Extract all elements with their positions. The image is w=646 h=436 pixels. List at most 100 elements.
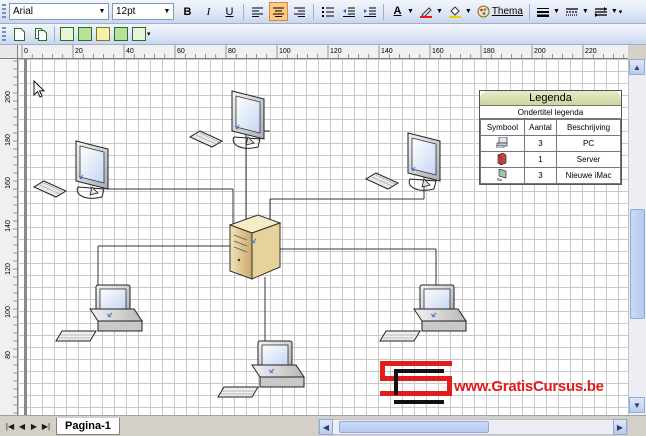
copy-page-button[interactable] (31, 25, 50, 44)
chevron-down-icon[interactable]: ▼ (161, 4, 173, 19)
legend-box[interactable]: Legenda Ondertitel legenda Symbool Aanta… (479, 90, 622, 185)
align-left-icon (252, 7, 263, 17)
pc-left[interactable] (55, 284, 143, 342)
ruler-label: 120 (330, 48, 342, 55)
bring-forward-button[interactable] (78, 27, 92, 41)
align-shapes-button[interactable] (132, 27, 146, 41)
imac-icon (495, 168, 507, 181)
increase-indent-icon (363, 7, 376, 17)
ruler-label: 140 (381, 48, 393, 55)
toolbar-grip[interactable] (2, 4, 6, 19)
ruler-label: 140 (5, 220, 12, 232)
align-center-button[interactable] (269, 2, 288, 21)
imac-left[interactable] (33, 140, 109, 199)
prev-page-button[interactable]: ◀ (16, 419, 28, 433)
bold-button[interactable]: B (178, 2, 197, 21)
ruler-label: 80 (5, 351, 12, 359)
ruler-label: 160 (432, 48, 444, 55)
bullets-button[interactable] (318, 2, 337, 21)
legend-description: PC (556, 135, 621, 152)
scroll-up-button[interactable]: ▲ (629, 59, 645, 75)
distribute-button[interactable] (114, 27, 128, 41)
font-color-letter: A (393, 5, 402, 17)
imac-top[interactable] (189, 90, 265, 149)
ruler-corner (0, 45, 18, 59)
group-button[interactable] (96, 27, 110, 41)
drawing-canvas[interactable]: www.GratisCursus.be Legenda Ondertitel l… (18, 59, 628, 415)
chevron-down-icon[interactable]: ▼ (611, 8, 618, 15)
separator (243, 3, 244, 20)
scroll-right-button[interactable]: ▶ (613, 419, 627, 435)
pencil-icon (420, 6, 433, 18)
copy-page-icon (34, 27, 47, 41)
pc-bottom[interactable] (217, 340, 305, 398)
chevron-down-icon[interactable]: ▼ (407, 8, 414, 15)
legend-count: 1 (523, 151, 558, 168)
chevron-down-icon[interactable]: ▼ (553, 8, 560, 15)
horizontal-scroll-thumb[interactable] (339, 421, 489, 433)
pc-right[interactable] (379, 284, 467, 342)
separator (313, 3, 314, 20)
legend-row: 3 PC (480, 135, 621, 152)
theme-button[interactable]: Thema (477, 5, 523, 18)
ruler-label: 60 (177, 48, 185, 55)
server[interactable] (228, 214, 282, 280)
imac-right[interactable] (365, 132, 441, 191)
last-page-button[interactable]: ▶| (40, 419, 52, 433)
chevron-down-icon[interactable]: ▼ (96, 4, 108, 19)
chevron-down-icon[interactable]: ▼ (465, 8, 472, 15)
increase-indent-button[interactable] (360, 2, 379, 21)
fill-color-button[interactable] (446, 2, 465, 21)
decrease-indent-button[interactable] (339, 2, 358, 21)
next-page-button[interactable]: ▶ (28, 419, 40, 433)
mouse-pointer-icon (33, 79, 46, 98)
ruler-label: 220 (585, 48, 597, 55)
italic-button[interactable]: I (199, 2, 218, 21)
scroll-down-button[interactable]: ▼ (629, 397, 645, 413)
line-ends-button[interactable] (592, 2, 611, 21)
watermark-logo (380, 361, 452, 404)
chevron-down-icon[interactable]: ▼ (582, 8, 589, 15)
font-color-button[interactable]: A (388, 2, 407, 21)
toolbar-options-icon[interactable]: ▾ (619, 8, 623, 16)
bullet-list-icon (321, 6, 334, 17)
chevron-down-icon[interactable]: ▼ (436, 8, 443, 15)
line-pattern-icon (566, 7, 579, 16)
send-backward-button[interactable] (60, 27, 74, 41)
separator (54, 26, 55, 42)
shape-toolbar: ▾ (0, 24, 646, 45)
horizontal-scrollbar[interactable]: ◀ ▶ (318, 419, 628, 435)
toolbar-options-icon[interactable]: ▾ (147, 30, 151, 38)
legend-title: Legenda (480, 91, 621, 106)
align-left-button[interactable] (248, 2, 267, 21)
font-name-select[interactable]: Arial ▼ (9, 3, 109, 20)
line-color-button[interactable] (417, 2, 436, 21)
font-size-select[interactable]: 12pt ▼ (112, 3, 174, 20)
align-right-button[interactable] (290, 2, 309, 21)
line-weight-button[interactable] (534, 2, 553, 21)
line-pattern-button[interactable] (563, 2, 582, 21)
vertical-scrollbar[interactable]: ▲ ▼ (628, 59, 646, 415)
font-name-value: Arial (13, 6, 34, 17)
new-page-button[interactable] (10, 25, 29, 44)
legend-description: Server (556, 151, 621, 168)
pc-icon (496, 136, 508, 149)
theme-label: Thema (491, 6, 523, 17)
legend-table: Symbool Aantal Beschrijving 3 PC 1 Serve… (480, 119, 621, 184)
legend-symbol (480, 151, 525, 168)
paint-bucket-icon (449, 5, 462, 18)
line-ends-icon (595, 6, 608, 17)
align-center-icon (273, 7, 284, 17)
toolbar-grip[interactable] (2, 26, 6, 42)
decrease-indent-icon (342, 7, 355, 17)
page-icon (14, 27, 25, 41)
scroll-left-button[interactable]: ◀ (319, 419, 333, 435)
legend-subtitle: Ondertitel legenda (480, 106, 621, 119)
first-page-button[interactable]: |◀ (4, 419, 16, 433)
tab-pagina-1[interactable]: Pagina-1 (56, 417, 120, 435)
formatting-toolbar: Arial ▼ 12pt ▼ B I U A ▼ ▼ ▼ Thema ▼ ▼ ▼… (0, 0, 646, 24)
ruler-label: 40 (126, 48, 134, 55)
vertical-scroll-thumb[interactable] (630, 209, 645, 319)
legend-row: 3 Nieuwe iMac (480, 167, 621, 184)
underline-button[interactable]: U (220, 2, 239, 21)
